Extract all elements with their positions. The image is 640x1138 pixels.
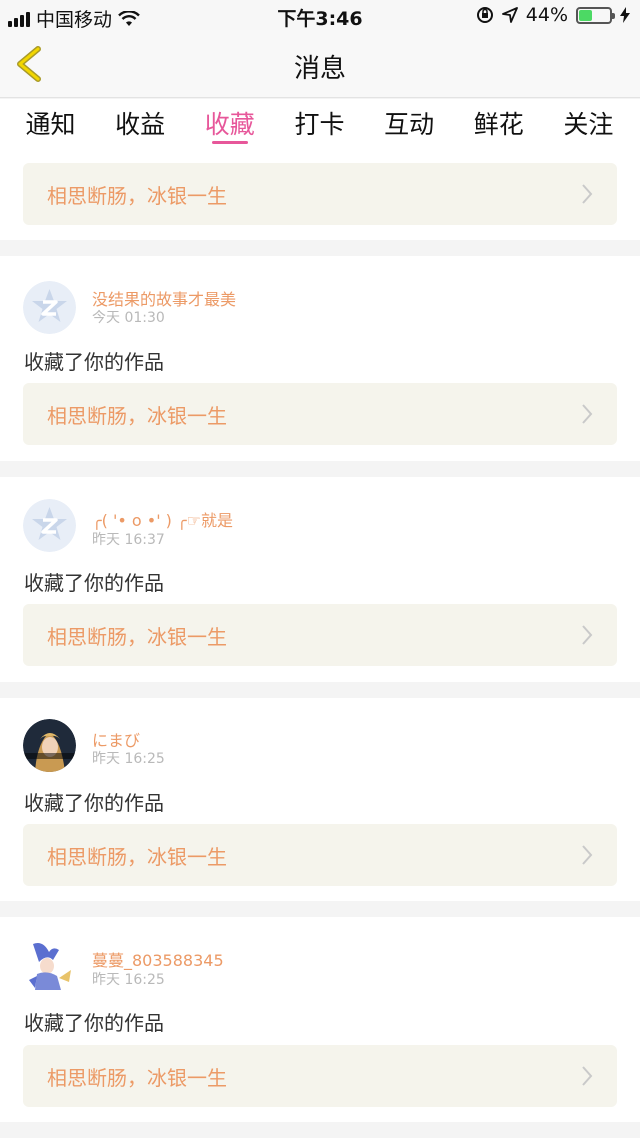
default-avatar-icon[interactable]: [23, 281, 76, 334]
chevron-right-icon: [582, 184, 593, 204]
timestamp: 今天 01:30: [92, 310, 165, 326]
tab-favorites[interactable]: 收藏: [185, 99, 274, 149]
action-text: 收藏了你的作品: [24, 791, 164, 815]
work-link[interactable]: 相思断肠，冰银一生: [23, 383, 617, 445]
username[interactable]: ╭( '• o •' ) ╭☞就是: [92, 507, 233, 531]
default-avatar-icon[interactable]: [23, 499, 76, 552]
timestamp: 昨天 16:37: [92, 532, 165, 548]
message-card: 蔓蔓_803588345 昨天 16:25 收藏了你的作品 相思断肠，冰银一生: [0, 917, 640, 1122]
chevron-right-icon: [582, 1066, 593, 1086]
tab-notify[interactable]: 通知: [6, 99, 95, 149]
tab-label: 收益: [115, 110, 166, 139]
work-title: 相思断肠，冰银一生: [47, 624, 227, 649]
message-card: にまび 昨天 16:25 收藏了你的作品 相思断肠，冰银一生: [0, 698, 640, 901]
action-text: 收藏了你的作品: [24, 571, 164, 595]
chevron-right-icon: [582, 845, 593, 865]
tab-label: 收藏: [204, 110, 255, 139]
chevron-right-icon: [582, 404, 593, 424]
navigation-bar: 消息: [0, 30, 640, 98]
work-link[interactable]: 相思断肠，冰银一生: [23, 1045, 617, 1107]
work-link[interactable]: 相思断肠，冰银一生: [23, 163, 617, 225]
work-link[interactable]: 相思断肠，冰银一生: [23, 824, 617, 886]
username[interactable]: 蔓蔓_803588345: [92, 947, 224, 971]
action-text: 收藏了你的作品: [24, 1011, 164, 1035]
work-link[interactable]: 相思断肠，冰银一生: [23, 604, 617, 666]
battery-percent: 44%: [525, 4, 568, 26]
status-bar: 中国移动 下午3:46 44%: [0, 0, 640, 31]
tab-label: 鲜花: [473, 110, 524, 139]
timestamp: 昨天 16:25: [92, 972, 165, 988]
tab-label: 关注: [563, 110, 614, 139]
tab-active-indicator: [211, 141, 248, 144]
location-icon: [501, 7, 518, 23]
timestamp: 昨天 16:25: [92, 751, 165, 767]
work-title: 相思断肠，冰银一生: [47, 403, 227, 428]
tab-label: 互动: [384, 110, 435, 139]
charging-icon: [620, 7, 630, 23]
battery-icon: [576, 6, 615, 24]
photo-avatar-dark[interactable]: [23, 719, 76, 772]
tab-flowers[interactable]: 鲜花: [454, 99, 543, 149]
orientation-lock-icon: [476, 7, 493, 23]
tab-interaction[interactable]: 互动: [365, 99, 454, 149]
tab-earnings[interactable]: 收益: [96, 99, 185, 149]
tab-checkin[interactable]: 打卡: [275, 99, 364, 149]
message-card: ╭( '• o •' ) ╭☞就是 昨天 16:37 收藏了你的作品 相思断肠，…: [0, 477, 640, 682]
page-title: 消息: [293, 54, 346, 84]
tab-follow[interactable]: 关注: [544, 99, 633, 149]
tab-label: 通知: [25, 110, 76, 139]
action-text: 收藏了你的作品: [24, 350, 164, 374]
work-title: 相思断肠，冰银一生: [47, 183, 227, 208]
message-card: 没结果的故事才最美 今天 01:30 收藏了你的作品 相思断肠，冰银一生: [0, 256, 640, 461]
work-title: 相思断肠，冰银一生: [47, 1065, 227, 1090]
chevron-right-icon: [582, 625, 593, 645]
tab-label: 打卡: [294, 110, 345, 139]
tab-bar: 通知 收益 收藏 打卡 互动 鲜花 关注: [0, 99, 640, 149]
message-card-partial: 相思断肠，冰银一生: [0, 149, 640, 240]
status-right: 44%: [476, 4, 630, 26]
work-title: 相思断肠，冰银一生: [47, 844, 227, 869]
photo-avatar-anime[interactable]: [23, 940, 76, 993]
